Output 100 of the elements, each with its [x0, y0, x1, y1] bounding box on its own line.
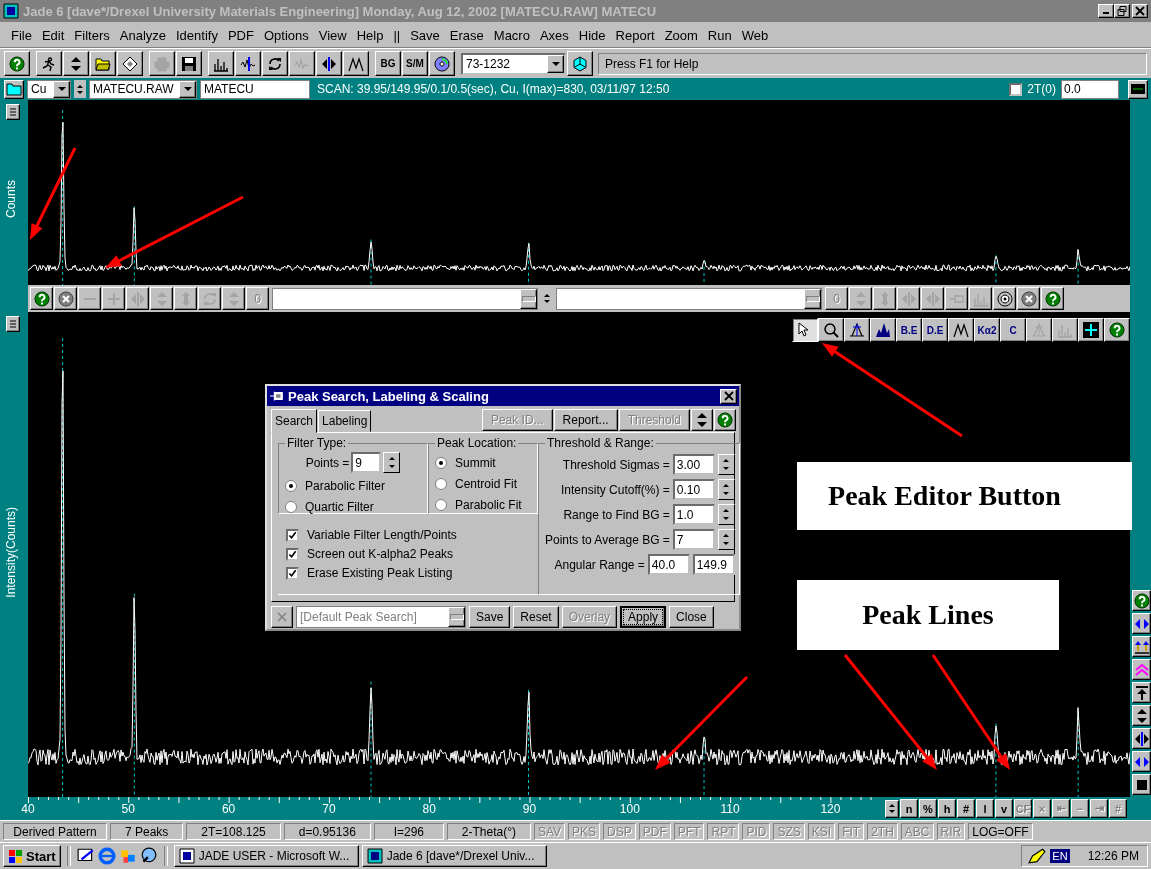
spinner[interactable] [383, 452, 401, 473]
panel-button[interactable] [1128, 79, 1148, 99]
help-button[interactable] [1132, 590, 1151, 611]
file-combo[interactable]: MATECU.RAW [89, 79, 197, 99]
tool-button[interactable]: S/M [402, 51, 428, 76]
spinner[interactable] [717, 479, 735, 500]
refresh-button[interactable] [262, 51, 288, 76]
checkbox[interactable] [286, 566, 299, 580]
left-right-arrows-button[interactable] [1132, 728, 1151, 749]
radio-indicator[interactable] [435, 498, 447, 511]
pencil-icon[interactable] [1028, 847, 1047, 865]
dialog-button[interactable]: Close [669, 606, 714, 628]
menu-item[interactable]: Edit [36, 28, 70, 43]
menu-item[interactable]: Hide [573, 28, 611, 43]
tab[interactable]: Labeling [318, 410, 372, 432]
start-button[interactable]: Start [3, 845, 61, 867]
spinner[interactable] [717, 504, 735, 525]
taskbar-button[interactable]: Jade 6 [dave*/Drexel Univ... [361, 845, 547, 867]
disc-button[interactable] [429, 51, 455, 76]
floppy-disk-button[interactable] [176, 51, 202, 76]
plot-menu-button[interactable] [6, 104, 20, 120]
menu-item[interactable]: Erase [444, 28, 489, 43]
cancel-button[interactable] [1017, 287, 1040, 310]
radio-indicator[interactable] [285, 479, 297, 492]
left-right-arrows-button[interactable] [1132, 751, 1151, 772]
up-arrows-button[interactable] [1132, 636, 1151, 657]
filled-peak-button[interactable] [870, 318, 896, 342]
hexagon-button[interactable] [567, 51, 593, 76]
axis-option-button[interactable]: v [995, 799, 1013, 818]
points-field[interactable]: 9 [351, 452, 382, 473]
tool-button[interactable]: B.E [896, 318, 922, 342]
language-indicator[interactable]: EN [1050, 849, 1070, 863]
radio-option[interactable]: Parabolic Fit [435, 494, 531, 515]
menu-item[interactable]: Macro [488, 28, 535, 43]
folder-button[interactable] [4, 79, 24, 99]
tool-button[interactable]: BG [375, 51, 401, 76]
close-button[interactable] [720, 388, 737, 404]
arrow-up-to-line-button[interactable] [1132, 682, 1151, 703]
help-button[interactable] [4, 51, 30, 76]
tool-button[interactable]: D.E [922, 318, 948, 342]
range-start-field[interactable]: 40.0 [647, 554, 690, 575]
range-end-field[interactable]: 149.9 [692, 554, 735, 575]
peak-combo[interactable] [556, 287, 822, 310]
menu-item[interactable]: Run [702, 28, 737, 43]
axis-option-button[interactable]: # [957, 799, 975, 818]
menu-item[interactable]: Save [405, 28, 445, 43]
cancel-button[interactable] [54, 287, 77, 310]
menu-item[interactable]: Zoom [659, 28, 703, 43]
number-field[interactable]: 7 [672, 529, 715, 550]
delete-button[interactable] [271, 606, 293, 628]
up-down-arrows-button[interactable] [63, 51, 89, 76]
axis-option-button[interactable]: h [938, 799, 956, 818]
spinner[interactable] [885, 799, 899, 818]
spinner[interactable] [717, 454, 735, 475]
diamond-button[interactable] [117, 51, 143, 76]
minimize-button[interactable] [1098, 4, 1114, 18]
help-button[interactable] [714, 409, 736, 431]
tool-button[interactable]: Kα2 [974, 318, 1000, 342]
target-button[interactable] [993, 287, 1016, 310]
spinner[interactable] [717, 529, 735, 550]
menu-item[interactable]: Axes [534, 28, 574, 43]
runner-button[interactable] [36, 51, 62, 76]
waveform-button[interactable] [235, 51, 261, 76]
chevrons-button[interactable] [1132, 659, 1151, 680]
tool-button[interactable]: C [1000, 318, 1026, 342]
axis-option-button[interactable]: % [919, 799, 937, 818]
menu-item[interactable]: Report [610, 28, 660, 43]
radio-indicator[interactable] [285, 500, 297, 513]
pointer-button[interactable] [792, 318, 818, 342]
number-field[interactable]: 3.00 [672, 454, 715, 475]
spinner[interactable] [74, 80, 86, 98]
number-field[interactable]: 0.10 [672, 479, 715, 500]
menu-item[interactable]: Help [351, 28, 389, 43]
globe-icon[interactable] [139, 847, 158, 865]
close-button[interactable] [1132, 4, 1148, 18]
menu-item[interactable]: Options [258, 28, 314, 43]
folder-button[interactable] [90, 51, 116, 76]
dialog-button[interactable]: Reset [513, 606, 559, 628]
tab[interactable]: Search [271, 409, 318, 433]
checkbox[interactable] [286, 528, 299, 542]
restore-button[interactable] [1114, 4, 1130, 18]
pattern-name-field[interactable]: MATECU [200, 79, 310, 99]
menu-item[interactable]: Analyze [114, 28, 171, 43]
dialog-button[interactable]: Report... [553, 409, 618, 431]
up-down-arrows-button[interactable] [691, 409, 713, 431]
peaks-button[interactable] [343, 51, 369, 76]
left-right-arrows-button[interactable] [1132, 613, 1151, 634]
peaks-button[interactable] [948, 318, 974, 342]
menu-item[interactable]: View [313, 28, 352, 43]
offset-field[interactable]: 0.0 [1061, 79, 1119, 99]
checkbox[interactable] [286, 547, 299, 561]
checkbox-option[interactable]: Screen out K-alpha2 Peaks [286, 544, 530, 564]
radio-option[interactable]: Centroid Fit [435, 473, 531, 494]
help-button[interactable] [1041, 287, 1064, 310]
peak-combo[interactable] [272, 287, 538, 310]
axis-option-button[interactable]: n [900, 799, 918, 818]
grid-button[interactable] [1078, 318, 1104, 342]
help-button[interactable] [30, 287, 53, 310]
menu-item[interactable]: Web [736, 28, 774, 43]
menu-item[interactable]: || [388, 28, 406, 43]
